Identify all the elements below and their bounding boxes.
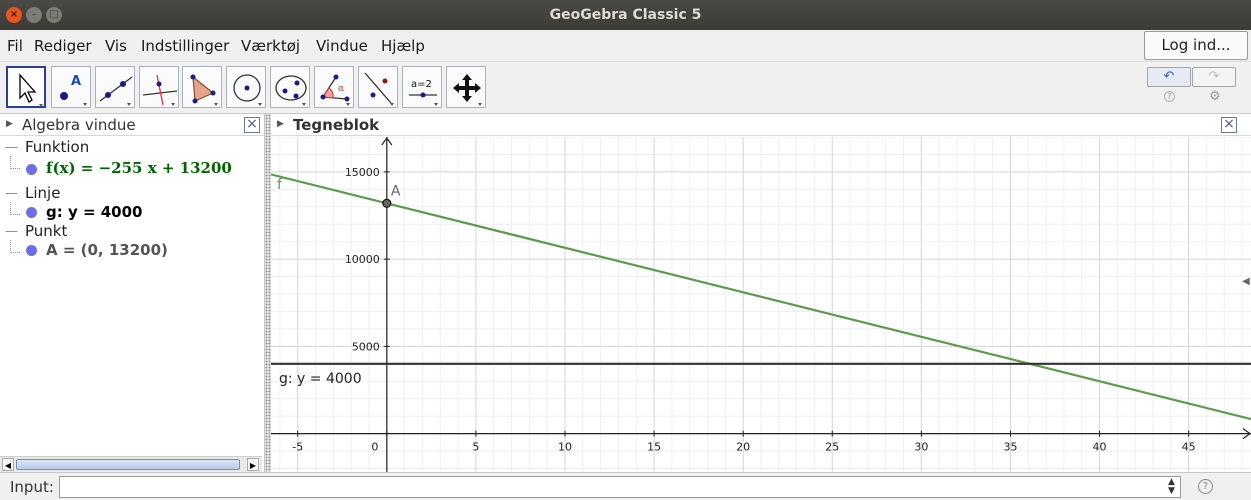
visibility-toggle-f[interactable] [26, 164, 37, 175]
menu-bar: Fil Rediger Vis Indstillinger Værktøj Vi… [0, 30, 1251, 62]
point-A-label: A [391, 183, 401, 199]
visibility-toggle-A[interactable] [26, 245, 37, 256]
help-icon[interactable]: ? [1164, 91, 1175, 102]
command-input[interactable] [59, 476, 1181, 498]
algebra-item-g[interactable]: g: y = 4000 [46, 203, 143, 221]
y-tick-label: 15000 [345, 166, 380, 179]
reflect-tool-icon [364, 72, 394, 106]
move-tool-icon [19, 73, 43, 107]
tree-connector [10, 240, 20, 253]
close-algebra-icon[interactable]: × [244, 117, 260, 133]
tool-move-graphics[interactable] [446, 66, 486, 108]
input-help-icon[interactable]: ? [1198, 479, 1213, 494]
close-graphics-icon[interactable]: × [1221, 117, 1237, 133]
conic-tool-icon [275, 75, 307, 106]
algebra-horizontal-scrollbar[interactable]: ◀ ▶ [0, 456, 262, 472]
expand-side-panel-icon[interactable]: ◀ [1242, 276, 1250, 287]
polygon-tool-icon [190, 74, 218, 106]
x-tick-label: 5 [472, 441, 479, 454]
tree-collapse-icon[interactable]: — [5, 224, 18, 239]
tool-circle[interactable] [226, 66, 266, 108]
window-title: GeoGebra Classic 5 [549, 7, 702, 23]
algebra-item-f[interactable]: f(x) = −255 x + 13200 [46, 159, 232, 177]
perpendicular-line-tool-icon [142, 74, 178, 106]
function-f-label: f [277, 177, 283, 193]
algebra-item-A[interactable]: A = (0, 13200) [46, 241, 168, 259]
collapse-triangle-icon[interactable]: ▶ [6, 119, 13, 129]
visibility-toggle-g[interactable] [26, 207, 37, 218]
tree-collapse-icon[interactable]: — [5, 186, 18, 201]
title-bar: × – □ GeoGebra Classic 5 [0, 0, 1251, 30]
group-label-point: Punkt [25, 222, 68, 240]
svg-text:α: α [338, 84, 344, 94]
tool-line[interactable] [95, 66, 135, 108]
graphics-canvas[interactable]: -5 0 5 10 15 20 25 30 35 40 45 5000 10000 15000 f Ag: … [271, 137, 1251, 472]
tool-move[interactable] [6, 66, 46, 108]
x-tick-label: 30 [914, 441, 928, 454]
menu-file[interactable]: Fil [7, 37, 23, 55]
tool-reflect[interactable] [358, 66, 398, 108]
group-label-line: Linje [25, 184, 61, 202]
algebra-header: ▶ Algebra vindue × [0, 114, 264, 136]
menu-tools[interactable]: Værktøj [241, 37, 300, 55]
x-tick-label: 25 [825, 441, 839, 454]
tool-perpendicular[interactable] [139, 66, 179, 108]
collapse-triangle-icon[interactable]: ▶ [277, 119, 284, 129]
scrollbar-thumb[interactable] [16, 459, 240, 470]
point-tool-icon: A [60, 74, 87, 106]
undo-button[interactable]: ↶ [1147, 67, 1191, 87]
menu-view[interactable]: Vis [105, 37, 127, 55]
tool-slider[interactable]: a=2 [402, 66, 442, 108]
gear-icon[interactable]: ⚙ [1209, 89, 1221, 104]
x-tick-label: 20 [736, 441, 750, 454]
algebra-title: Algebra vindue [22, 116, 136, 134]
algebra-view: ▶ Algebra vindue × — Funktion f(x) = −25… [0, 114, 265, 472]
y-tick-label: 5000 [352, 340, 380, 353]
scroll-right-icon[interactable]: ▶ [247, 458, 259, 471]
angle-tool-icon: α [320, 74, 350, 106]
line-tool-icon [99, 76, 133, 106]
input-history-arrows-icon[interactable]: ▲ ▼ [1168, 478, 1175, 496]
point-A [382, 198, 392, 208]
tree-connector [10, 202, 20, 215]
menu-edit[interactable]: Rediger [34, 37, 92, 55]
x-tick-label: 10 [558, 441, 572, 454]
menu-options[interactable]: Indstillinger [141, 37, 229, 55]
move-graphics-tool-icon [453, 74, 482, 106]
tool-angle[interactable]: α [314, 66, 354, 108]
graphics-title: Tegneblok [293, 116, 380, 134]
graphics-view: ▶ Tegneblok × -5 0 5 10 15 20 25 30 35 40 45 5000 10… [271, 114, 1251, 472]
x-tick-label: 40 [1093, 441, 1107, 454]
x-tick-label: 15 [647, 441, 661, 454]
toolbar: A α a=2 ↶ ↷ [0, 62, 1251, 114]
input-label: Input: [10, 478, 54, 496]
y-tick-label: 10000 [345, 253, 380, 266]
menu-help[interactable]: Hjælp [381, 37, 425, 55]
tool-polygon[interactable] [182, 66, 222, 108]
x-tick-label: 35 [1003, 441, 1017, 454]
circle-tool-icon [233, 74, 262, 106]
login-button[interactable]: Log ind... [1144, 31, 1248, 60]
tool-conic[interactable] [270, 66, 310, 108]
scroll-left-icon[interactable]: ◀ [2, 458, 14, 471]
slider-tool-icon: a=2 [409, 79, 438, 106]
tree-collapse-icon[interactable]: — [5, 140, 18, 155]
x-tick-label: 45 [1182, 441, 1196, 454]
menu-window[interactable]: Vindue [316, 37, 368, 55]
line-g-label: g: y = 4000 [279, 371, 362, 387]
tree-connector [10, 156, 20, 169]
redo-button[interactable]: ↷ [1192, 67, 1236, 87]
svg-text:a=2: a=2 [411, 79, 432, 90]
tool-point[interactable]: A [51, 66, 91, 108]
group-label-function: Funktion [25, 138, 90, 156]
input-bar: Input: ▲ ▼ ? [0, 472, 1251, 500]
svg-text:A: A [71, 74, 81, 89]
x-tick-label: -5 [292, 441, 303, 454]
x-tick-label: 0 [371, 441, 378, 454]
graphics-header: ▶ Tegneblok × [271, 114, 1251, 136]
